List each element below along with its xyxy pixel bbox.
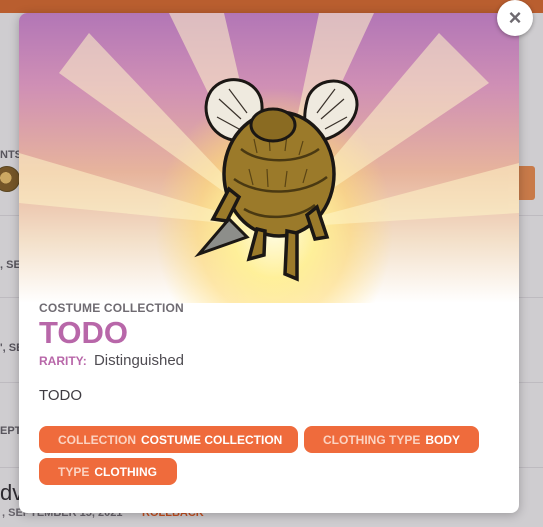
tag-key: COLLECTION [58, 432, 136, 447]
tag-key: TYPE [58, 464, 90, 479]
collection-label: COSTUME COLLECTION [39, 301, 184, 315]
tag-value: BODY [425, 432, 461, 447]
item-info: COSTUME COLLECTION TODO RARITY: Distingu… [39, 301, 499, 404]
item-title: TODO [39, 315, 128, 350]
rarity-key: RARITY: [39, 354, 87, 368]
item-hero-banner [19, 13, 519, 303]
item-description: TODO [39, 387, 83, 404]
tag-value: COSTUME COLLECTION [141, 432, 283, 447]
bee-costume-icon [194, 78, 359, 282]
rarity-row: RARITY: Distinguished [39, 352, 499, 369]
tag-collection[interactable]: COLLECTION COSTUME COLLECTION [39, 426, 298, 453]
tag-clothing-type[interactable]: CLOTHING TYPE BODY [304, 426, 479, 453]
close-icon: × [508, 5, 522, 30]
item-detail-modal: COSTUME COLLECTION TODO RARITY: Distingu… [19, 13, 519, 513]
tag-type[interactable]: TYPE CLOTHING [39, 458, 177, 485]
rarity-value: Distinguished [93, 352, 185, 369]
tag-key: CLOTHING TYPE [323, 432, 421, 447]
close-button[interactable]: × [497, 0, 533, 36]
tag-value: CLOTHING [94, 464, 158, 479]
